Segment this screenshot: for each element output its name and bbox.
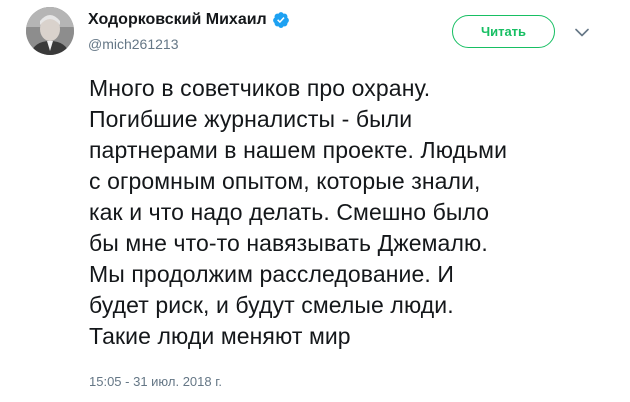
author-handle[interactable]: @mich261213 xyxy=(88,36,179,52)
author-display-name[interactable]: Ходорковский Михаил xyxy=(88,11,267,29)
verified-badge-icon xyxy=(272,11,290,29)
avatar-photo-icon xyxy=(26,7,74,55)
follow-button[interactable]: Читать xyxy=(452,15,555,48)
chevron-down-icon[interactable] xyxy=(572,22,592,42)
tweet-text-line: Такие люди меняют мир xyxy=(89,323,351,349)
tweet-timestamp[interactable]: 15:05 - 31 июл. 2018 г. xyxy=(89,374,222,389)
author-name-row: Ходорковский Михаил xyxy=(88,11,290,29)
tweet-text-line: Погибшие журналисты - были xyxy=(89,106,413,132)
tweet-text-line: Много в советчиков про охрану. xyxy=(89,75,431,101)
tweet-card: Ходорковский Михаил @mich261213 Читать М… xyxy=(0,0,630,402)
tweet-text: Много в советчиков про охрану. Погибшие … xyxy=(89,73,609,352)
user-avatar[interactable] xyxy=(26,7,74,55)
tweet-text-line: как и что надо делать. Смешно было xyxy=(89,199,490,225)
tweet-text-line: бы мне что-то навязывать Джемалю. xyxy=(89,230,488,256)
tweet-text-line: Мы продолжим расследование. И xyxy=(89,261,454,287)
tweet-text-line: будет риск, и будут смелые люди. xyxy=(89,292,454,318)
tweet-text-line: партнерами в нашем проекте. Людьми xyxy=(89,137,508,163)
tweet-text-line: с огромным опытом, которые знали, xyxy=(89,168,481,194)
